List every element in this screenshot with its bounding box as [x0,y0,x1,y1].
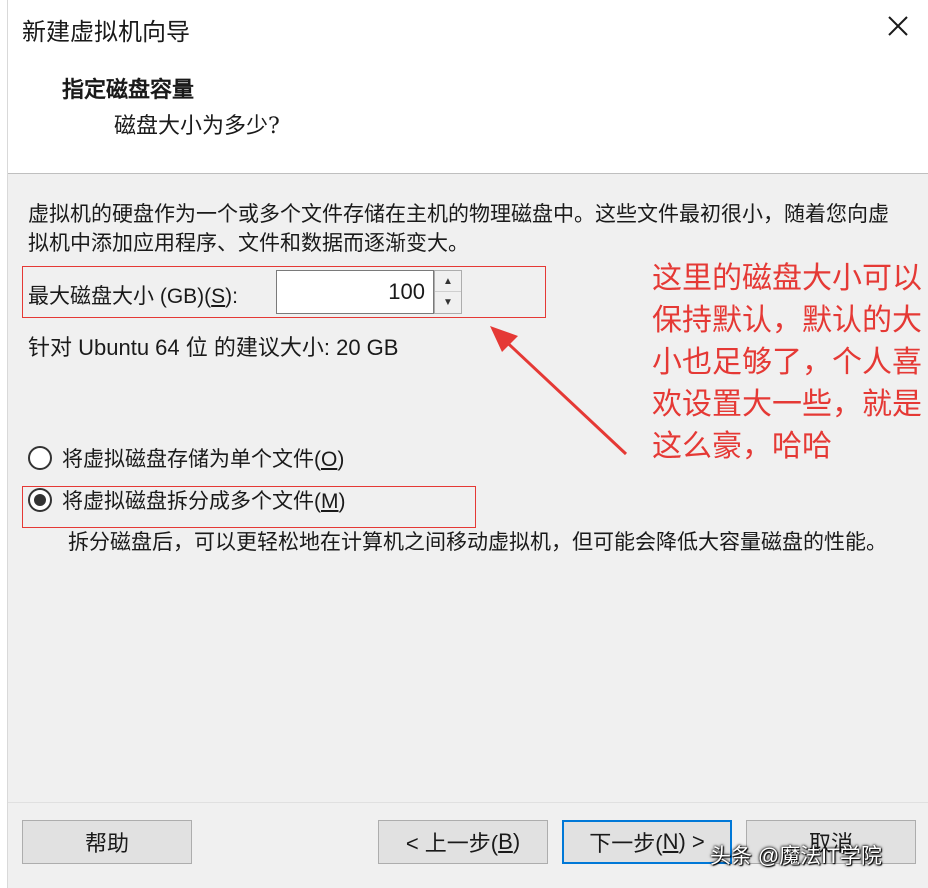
wizard-header: 指定磁盘容量 磁盘大小为多少? [8,52,928,174]
annotation-highlight-box-size [22,266,546,318]
radio-single-file-indicator[interactable] [28,446,52,470]
wizard-content: 虚拟机的硬盘作为一个或多个文件存储在主机的物理磁盘中。这些文件最初很小，随着您向… [8,174,928,888]
radio-single-file[interactable]: 将虚拟磁盘存储为单个文件(O) [28,442,344,474]
page-subtitle: 磁盘大小为多少? [114,114,280,139]
wizard-window: 新建虚拟机向导 指定磁盘容量 磁盘大小为多少? 虚拟机的硬盘作为一个或多个文件存… [0,0,928,888]
window-title: 新建虚拟机向导 [22,19,190,46]
page-title: 指定磁盘容量 [62,77,195,103]
title-bar: 新建虚拟机向导 [8,0,928,52]
back-button[interactable]: < 上一步(B) [378,820,548,864]
close-button[interactable] [882,10,914,42]
recommended-size-text: 针对 Ubuntu 64 位 的建议大小: 20 GB [28,335,399,360]
disk-description: 虚拟机的硬盘作为一个或多个文件存储在主机的物理磁盘中。这些文件最初很小，随着您向… [28,203,889,255]
help-button[interactable]: 帮助 [22,820,192,864]
annotation-text: 这里的磁盘大小可以保持默认，默认的大小也足够了，个人喜欢设置大一些，就是这么豪，… [652,262,922,463]
multi-file-description: 拆分磁盘后，可以更轻松地在计算机之间移动虚拟机，但可能会降低大容量磁盘的性能。 [68,531,887,554]
footer-divider [8,802,928,803]
annotation-arrow-icon [490,326,628,456]
window-left-edge [0,0,8,888]
annotation-highlight-box-split [22,486,476,528]
next-button[interactable]: 下一步(N) > [562,820,732,864]
radio-single-file-label: 将虚拟磁盘存储为单个文件(O) [62,448,345,471]
close-icon [888,16,908,36]
watermark: 头条 @魔法IT学院 [710,845,882,868]
